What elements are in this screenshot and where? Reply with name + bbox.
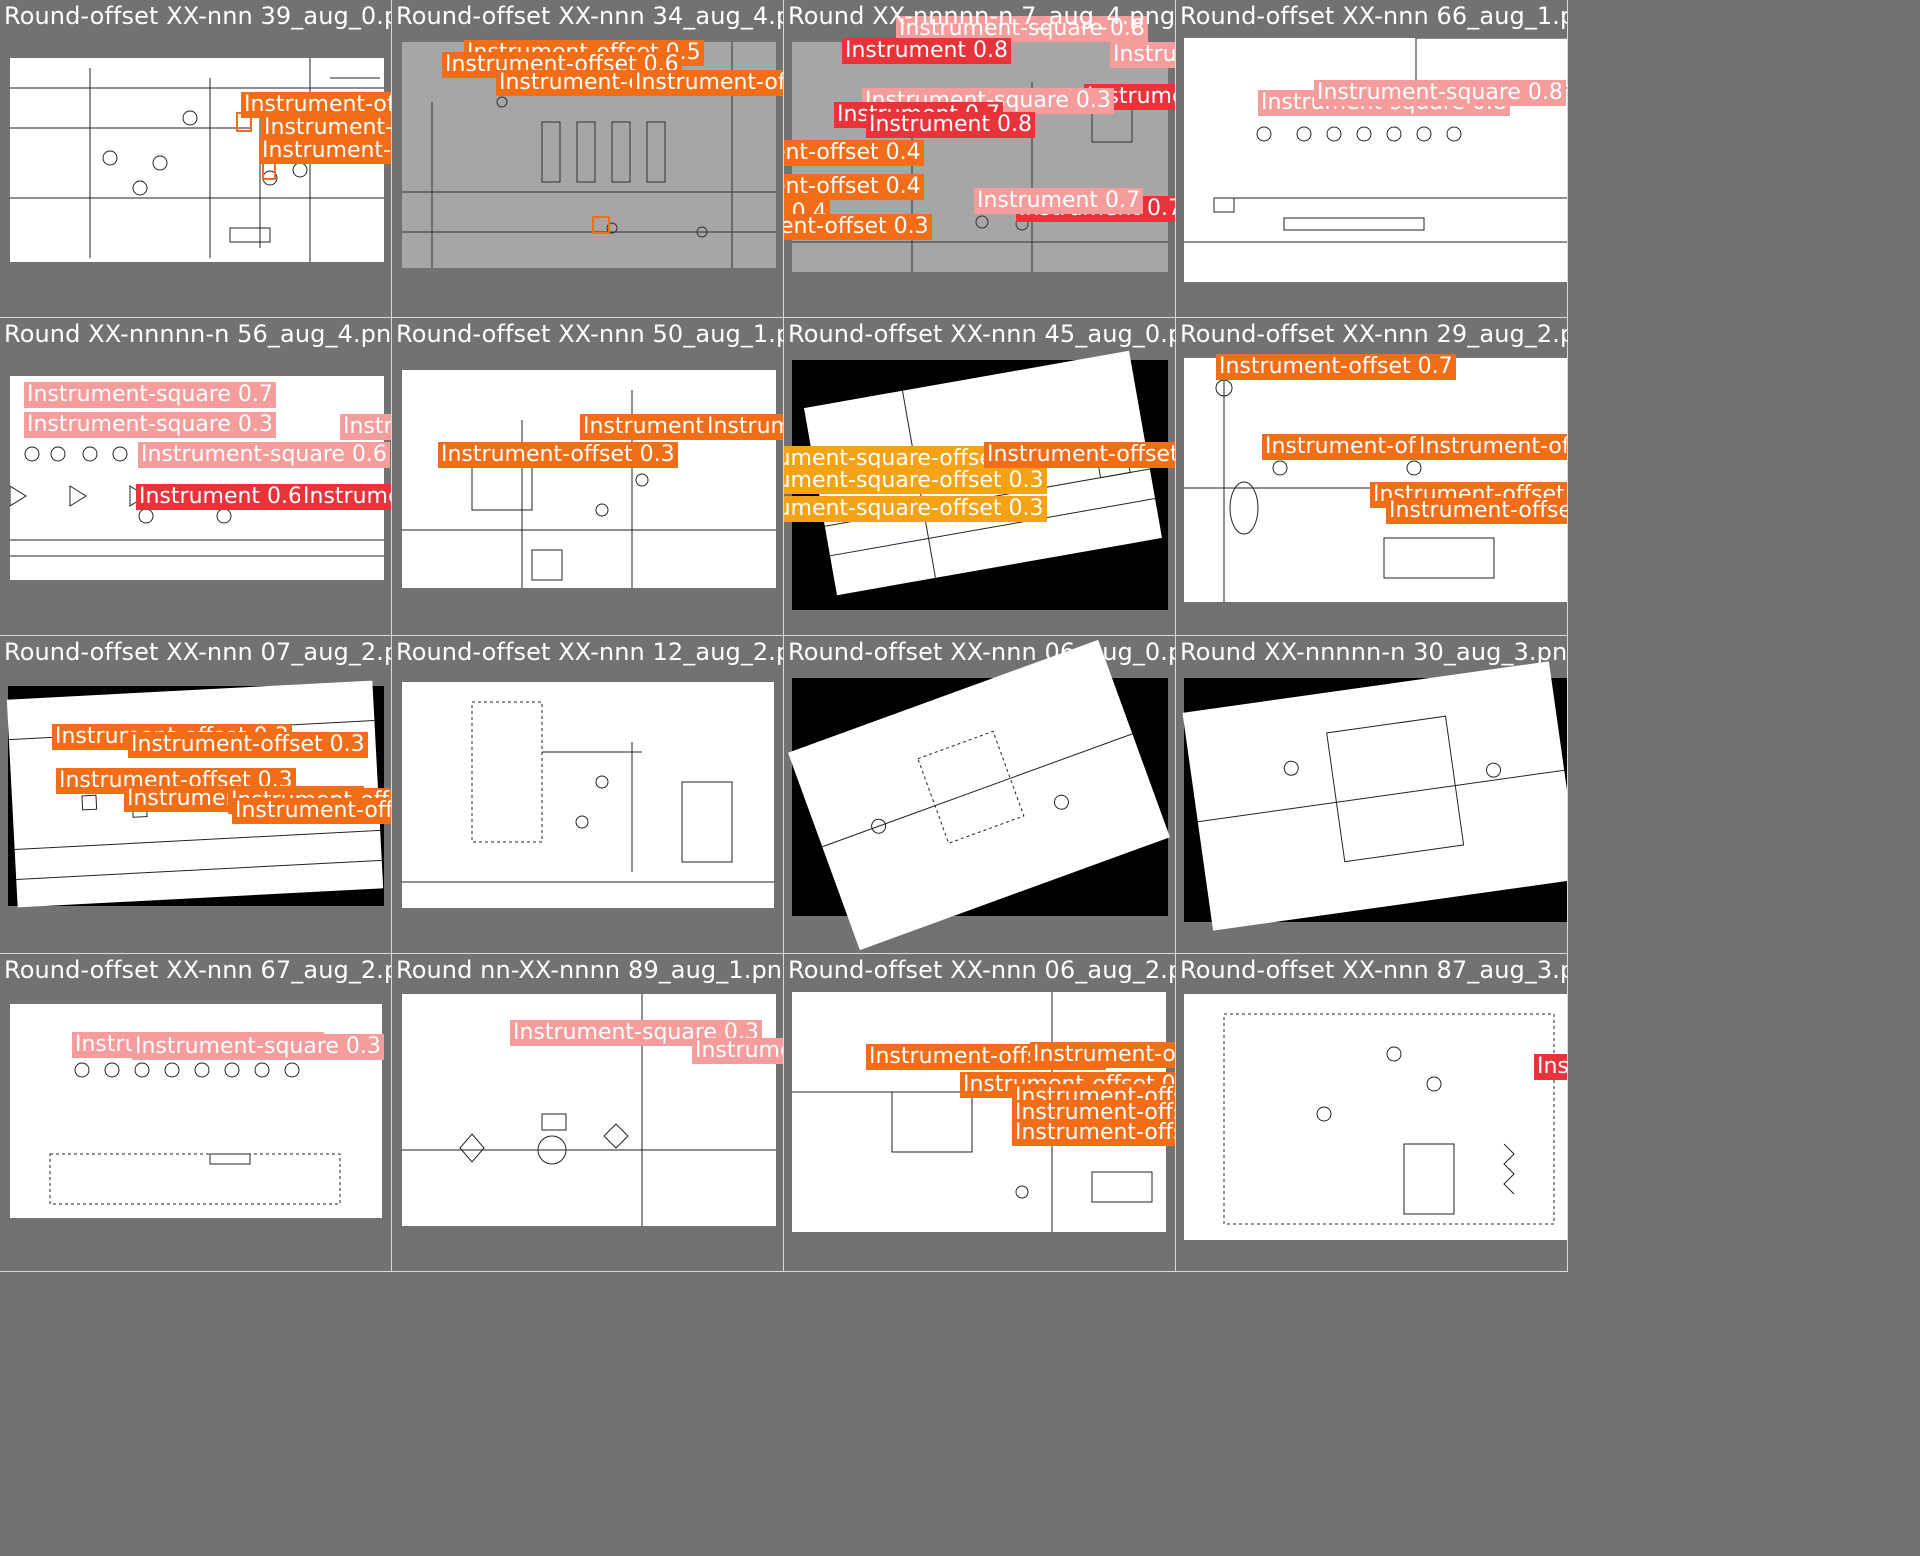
drawing-image bbox=[402, 370, 776, 588]
tile-title: Round-offset XX-nnn 87_aug_3.png bbox=[1180, 956, 1568, 984]
detection-label: Instrument-offset 0.7 bbox=[1216, 354, 1456, 380]
detection-box bbox=[592, 216, 610, 234]
tile-title: Round XX-nnnnn-n 7_aug_4.png bbox=[788, 2, 1176, 30]
tile-title: Round-offset XX-nnn 06_aug_0.png bbox=[788, 638, 1176, 666]
detection-label: Instrument-offset 0.3 bbox=[1386, 498, 1567, 524]
tile-title: Round nn-XX-nnnn 89_aug_1.png bbox=[396, 956, 784, 984]
detection-label: Instrument-offset 0.3 bbox=[984, 442, 1175, 468]
tile-16[interactable]: Round-offset XX-nnn 87_aug_3.png Instrum… bbox=[1176, 954, 1568, 1272]
detection-label: Instrument-offset 0.3 bbox=[1030, 1042, 1175, 1068]
tile-9[interactable]: Round-offset XX-nnn 07_aug_2.png Instrum… bbox=[0, 636, 392, 954]
tile-2[interactable]: Round-offset XX-nnn 34_aug_4.png Instrum… bbox=[392, 0, 784, 318]
tile-3[interactable]: Round XX-nnnnn-n 7_aug_4.png Instrument-… bbox=[784, 0, 1176, 318]
detection-label: Instrument-offset 0.3 bbox=[1416, 434, 1567, 460]
drawing-image bbox=[1184, 358, 1567, 602]
drawing-image bbox=[1184, 994, 1567, 1240]
tile-title: Round-offset XX-nnn 06_aug_2.png bbox=[788, 956, 1176, 984]
tile-5[interactable]: Round XX-nnnnn-n 56_aug_4.png Instrument… bbox=[0, 318, 392, 636]
detection-label: Instrument-offset 0.4 bbox=[704, 414, 783, 440]
tile-13[interactable]: Round-offset XX-nnn 67_aug_2.png Instrum… bbox=[0, 954, 392, 1272]
detection-label: Instrument-offset 0.3 bbox=[259, 138, 391, 164]
drawing-image bbox=[1184, 38, 1567, 282]
detection-label: Instrument-square 0.8 bbox=[1314, 80, 1566, 106]
tile-7[interactable]: Round-offset XX-nnn 45_aug_0.png Instrum… bbox=[784, 318, 1176, 636]
detection-label: Instrument 0.6 bbox=[136, 484, 306, 510]
detection-label: Instrument-square 0.3 bbox=[692, 1038, 783, 1064]
tile-14[interactable]: Round nn-XX-nnnn 89_aug_1.png Instrument… bbox=[392, 954, 784, 1272]
detection-label: Instrument-square 0.3 bbox=[132, 1034, 384, 1060]
tile-8[interactable]: Round-offset XX-nnn 29_aug_2.png Instrum… bbox=[1176, 318, 1568, 636]
detection-label: Instrument-offset 0.3 bbox=[784, 214, 932, 240]
tile-title: Round-offset XX-nnn 29_aug_2.png bbox=[1180, 320, 1568, 348]
tile-title: Round-offset XX-nnn 39_aug_0.png bbox=[4, 2, 392, 30]
mosaic-grid: Round-offset XX-nnn 39_aug_0.png Instrum… bbox=[0, 0, 1568, 1272]
tile-title: Round-offset XX-nnn 34_aug_4.png bbox=[396, 2, 784, 30]
tile-title: Round-offset XX-nnn 50_aug_1.png bbox=[396, 320, 784, 348]
tile-title: Round-offset XX-nnn 67_aug_2.png bbox=[4, 956, 392, 984]
detection-label: Instrument-offset 0.4 bbox=[784, 140, 924, 166]
detection-label: Instrument 0.8 bbox=[866, 112, 1036, 138]
tile-title: Round XX-nnnnn-n 30_aug_3.png bbox=[1180, 638, 1568, 666]
detection-label: Instrument-square 0.8 bbox=[340, 414, 391, 440]
tile-4[interactable]: Round-offset XX-nnn 66_aug_1.png Instrum… bbox=[1176, 0, 1568, 318]
detection-label: Instrument-offset 0.4 bbox=[784, 174, 924, 200]
detection-label: Instrument-offset 0.4 bbox=[1012, 1120, 1175, 1146]
detection-label: Instrument 0.8 bbox=[842, 38, 1012, 64]
tile-title: Round-offset XX-nnn 07_aug_2.png bbox=[4, 638, 392, 666]
detection-label: Instrument-square 0.7 bbox=[24, 382, 276, 408]
detection-label: Instrument-offset 0.3 bbox=[438, 442, 678, 468]
detection-label: Instrument 0.7 bbox=[974, 188, 1144, 214]
tile-title: Round XX-nnnnn-n 56_aug_4.png bbox=[4, 320, 392, 348]
detection-label: Instrument-square 0.6 bbox=[138, 442, 390, 468]
tile-10[interactable]: Round-offset XX-nnn 12_aug_2.png bbox=[392, 636, 784, 954]
detection-label: Instrument 0.7 bbox=[300, 484, 391, 510]
tile-15[interactable]: Round-offset XX-nnn 06_aug_2.png Instrum… bbox=[784, 954, 1176, 1272]
tile-title: Round-offset XX-nnn 66_aug_1.png bbox=[1180, 2, 1568, 30]
detection-label: Instrument-offset 0.3 bbox=[632, 70, 783, 96]
detection-label: Instrument 0.3 bbox=[1534, 1054, 1567, 1080]
tile-title: Round-offset XX-nnn 12_aug_2.png bbox=[396, 638, 784, 666]
detection-label: Instrument-offset 0.3 bbox=[128, 732, 368, 758]
tile-title: Round-offset XX-nnn 45_aug_0.png bbox=[788, 320, 1176, 348]
tile-1[interactable]: Round-offset XX-nnn 39_aug_0.png Instrum… bbox=[0, 0, 392, 318]
tile-11[interactable]: Round-offset XX-nnn 06_aug_0.png bbox=[784, 636, 1176, 954]
detection-label: Instrument-offset 0.3 bbox=[232, 798, 391, 824]
detection-label: Instrument-square 0.3 bbox=[24, 412, 276, 438]
tile-12[interactable]: Round XX-nnnnn-n 30_aug_3.png bbox=[1176, 636, 1568, 954]
detection-label: Instrument-square-offset 0.3 bbox=[784, 496, 1047, 522]
detection-label: Instrument-square-offset 0.3 bbox=[784, 468, 1047, 494]
tile-6[interactable]: Round-offset XX-nnn 50_aug_1.png Instrum… bbox=[392, 318, 784, 636]
drawing-image bbox=[402, 682, 774, 908]
detection-label: Instrument-square 0.7 bbox=[1110, 42, 1175, 68]
